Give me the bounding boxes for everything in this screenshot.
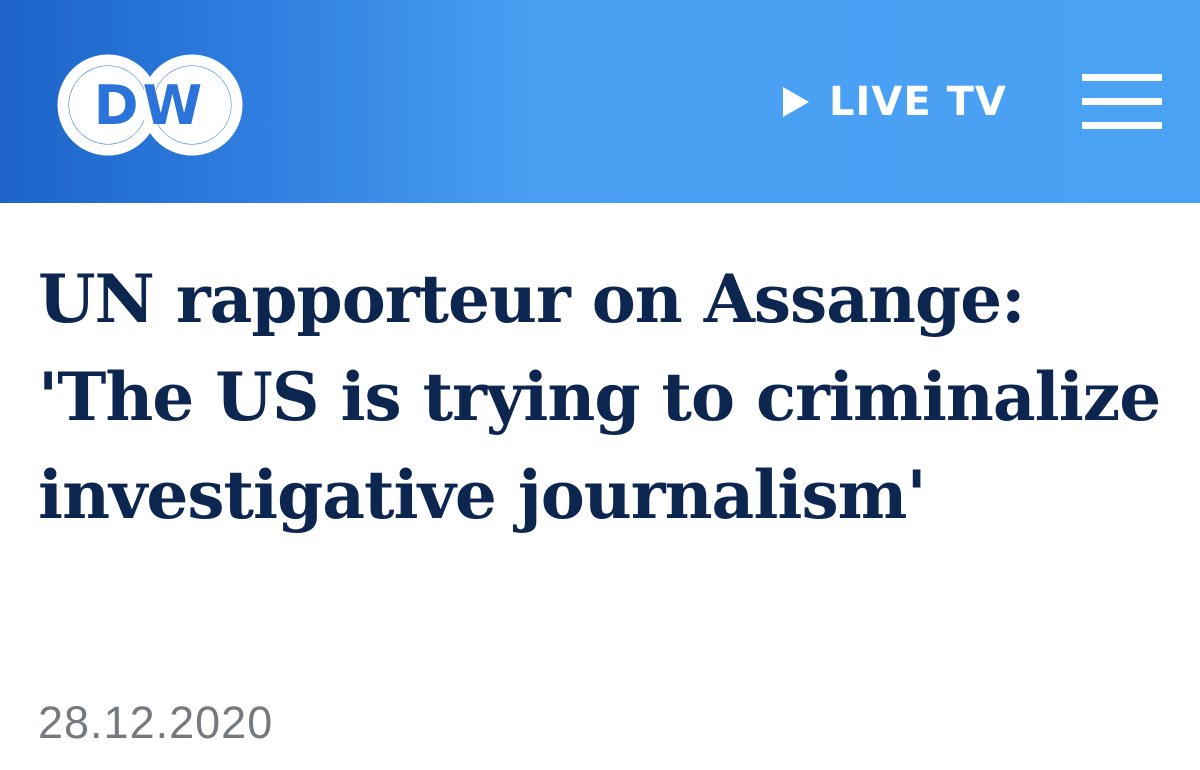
dw-logo[interactable]: DW — [57, 54, 243, 156]
article-date: 28.12.2020 — [38, 697, 274, 748]
play-icon — [783, 87, 809, 117]
live-tv-button[interactable]: LIVE TV — [783, 76, 1007, 128]
logo-text: DW — [94, 74, 206, 137]
article-headline[interactable]: UN rapporteur on Assange: 'The US is try… — [38, 250, 1168, 544]
live-tv-label: LIVE TV — [829, 79, 1007, 125]
hamburger-menu-icon[interactable] — [1082, 72, 1162, 132]
site-header: DW LIVE TV — [0, 0, 1200, 203]
menu-bar — [1082, 74, 1162, 81]
menu-bar — [1082, 98, 1162, 105]
menu-bar — [1082, 122, 1162, 129]
page: DW LIVE TV UN rapporteur on Assange: 'Th… — [0, 0, 1200, 770]
